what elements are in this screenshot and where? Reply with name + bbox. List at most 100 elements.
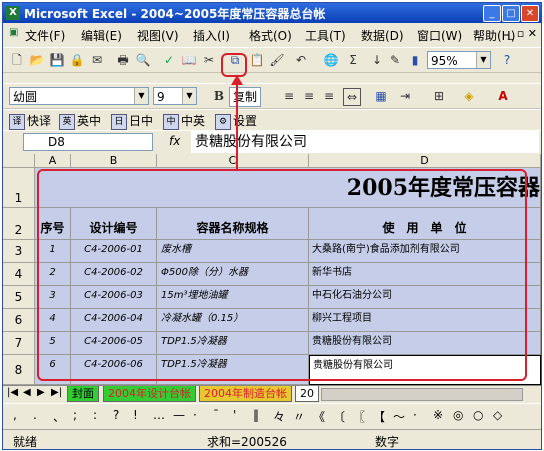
align-center-icon[interactable]: ≡ (301, 88, 317, 104)
symbol-button[interactable]: ? (113, 408, 119, 422)
menu-insert[interactable]: 插入(I) (193, 27, 230, 44)
print-icon[interactable]: 🖶 (115, 52, 131, 68)
tab-2005[interactable]: 20 (295, 386, 319, 402)
tab-cover[interactable]: 封面 (67, 386, 99, 402)
symbol-button[interactable]: . (33, 408, 37, 422)
doc-window-controls[interactable]: _ ▫ ✕ (508, 27, 537, 40)
drawing-icon[interactable]: ✎ (387, 52, 403, 68)
table-cell[interactable]: C4-2006-05 (71, 332, 157, 355)
tab-scroll-next-icon[interactable]: ▶ (37, 387, 45, 398)
row-header-4[interactable]: 4 (3, 263, 35, 286)
tab-scroll-first-icon[interactable]: |◀ (7, 387, 18, 398)
symbol-button[interactable]: ◎ (453, 408, 463, 422)
hyperlink-icon[interactable]: 🌐 (323, 52, 339, 68)
row-header-3[interactable]: 3 (3, 240, 35, 263)
table-cell[interactable]: 4 (35, 309, 71, 332)
row-header-1[interactable]: 1 (3, 168, 35, 208)
chevron-down-icon[interactable]: ▼ (476, 52, 490, 68)
tab-2004-manufacture[interactable]: 2004年制造台帐 (199, 386, 292, 402)
symbol-button[interactable]: ～ (393, 408, 405, 425)
align-left-icon[interactable]: ≡ (281, 88, 297, 104)
menu-view[interactable]: 视图(V) (137, 27, 179, 44)
column-header-d[interactable]: D (309, 154, 541, 168)
translate-button[interactable]: 译快译 (9, 112, 51, 130)
formula-input[interactable]: 贵糖股份有限公司 (191, 131, 539, 153)
font-size-select[interactable]: 9 ▼ (153, 87, 197, 105)
symbol-button[interactable]: ‖ (253, 408, 259, 422)
sheet-title-cell[interactable]: 2005年度常压容器 (35, 168, 541, 208)
symbol-button[interactable]: , (13, 408, 17, 422)
table-cell[interactable]: C4-2006-06 (71, 355, 157, 385)
row-header-7[interactable]: 7 (3, 332, 35, 355)
table-cell[interactable]: 贵糖股份有限公司 (309, 332, 541, 355)
permission-icon[interactable]: 🔒 (69, 52, 85, 68)
chevron-down-icon[interactable]: ▼ (182, 88, 196, 104)
zoom-select[interactable]: 95% ▼ (427, 51, 491, 69)
chart-wizard-icon[interactable]: ▮ (407, 52, 423, 68)
menu-format[interactable]: 格式(O) (249, 27, 292, 44)
symbol-button[interactable]: ○ (473, 408, 483, 422)
table-cell[interactable]: C4-2006-02 (71, 263, 157, 286)
menu-window[interactable]: 窗口(W) (417, 27, 462, 44)
spelling-icon[interactable]: ✓ (161, 52, 177, 68)
symbol-button[interactable]: — (173, 408, 185, 422)
symbol-button[interactable]: · (193, 408, 197, 422)
table-cell[interactable]: 新华书店 (309, 263, 541, 286)
sort-ascending-icon[interactable]: ↓ (369, 52, 385, 68)
row-header-2[interactable]: 2 (3, 208, 35, 240)
table-cell[interactable]: TDP1.5冷凝器 (157, 332, 309, 355)
symbol-button[interactable]: · (413, 408, 417, 422)
borders-icon[interactable]: ⊞ (431, 88, 447, 104)
cut-icon[interactable]: ✂ (201, 52, 217, 68)
symbol-button[interactable]: 〔 (333, 408, 345, 425)
header-cell-user-unit[interactable]: 使 用 单 位 (309, 208, 541, 240)
table-cell[interactable]: 柳兴工程项目 (309, 309, 541, 332)
table-cell[interactable]: 3 (35, 286, 71, 309)
name-box[interactable]: D8 (23, 133, 153, 151)
symbol-button[interactable]: ◇ (493, 408, 502, 422)
table-cell[interactable]: 2 (35, 263, 71, 286)
menu-tools[interactable]: 工具(T) (305, 27, 346, 44)
table-cell[interactable]: 1 (35, 240, 71, 263)
symbol-button[interactable]: 〃 (293, 408, 305, 425)
table-cell[interactable]: 大桑路(南宁)食品添加剂有限公司 (309, 240, 541, 263)
research-icon[interactable]: 📖 (181, 52, 197, 68)
undo-icon[interactable]: ↶ (293, 52, 309, 68)
save-icon[interactable]: 💾 (49, 52, 65, 68)
font-color-icon[interactable]: A (495, 88, 511, 104)
minimize-button[interactable]: _ (483, 5, 501, 22)
tab-2004-design[interactable]: 2004年设计台帐 (103, 386, 196, 402)
close-button[interactable]: ✕ (521, 5, 539, 22)
copy-icon[interactable]: ⧉ (227, 52, 243, 68)
table-cell[interactable]: C4-2006-01 (71, 240, 157, 263)
table-cell[interactable]: C4-2006-03 (71, 286, 157, 309)
symbol-button[interactable]: 々 (273, 408, 285, 425)
zh-en-button[interactable]: 中中英 (163, 112, 205, 130)
select-all-corner[interactable] (3, 154, 35, 168)
symbol-button[interactable]: : (93, 408, 97, 422)
table-cell[interactable]: C4-2006-04 (71, 309, 157, 332)
table-icon[interactable]: ▦ (373, 88, 389, 104)
new-icon[interactable]: 🗋 (9, 52, 25, 68)
format-painter-icon[interactable]: 🖌 (269, 52, 285, 68)
symbol-button[interactable]: 《 (313, 408, 325, 425)
column-header-b[interactable]: B (71, 154, 157, 168)
table-cell[interactable]: TDP1.5冷凝器 (157, 355, 309, 385)
paste-icon[interactable]: 📋 (249, 52, 265, 68)
symbol-button[interactable]: 〖 (353, 408, 365, 425)
help-icon[interactable]: ? (499, 52, 515, 68)
en-zh-button[interactable]: 英英中 (59, 112, 101, 130)
autosum-icon[interactable]: Σ (345, 52, 361, 68)
symbol-button[interactable]: ˉ (213, 408, 219, 422)
row-header-5[interactable]: 5 (3, 286, 35, 309)
email-icon[interactable]: ✉ (89, 52, 105, 68)
maximize-button[interactable]: □ (502, 5, 520, 22)
row-header-6[interactable]: 6 (3, 309, 35, 332)
fx-icon[interactable]: fx (169, 134, 180, 148)
open-icon[interactable]: 📂 (29, 52, 45, 68)
doc-icon[interactable]: ▣ (9, 27, 18, 38)
symbol-button[interactable]: 、 (53, 408, 65, 425)
table-cell[interactable]: 中石化石油分公司 (309, 286, 541, 309)
header-cell-index[interactable]: 序号 (35, 208, 71, 240)
symbol-button[interactable]: 【 (373, 408, 385, 425)
